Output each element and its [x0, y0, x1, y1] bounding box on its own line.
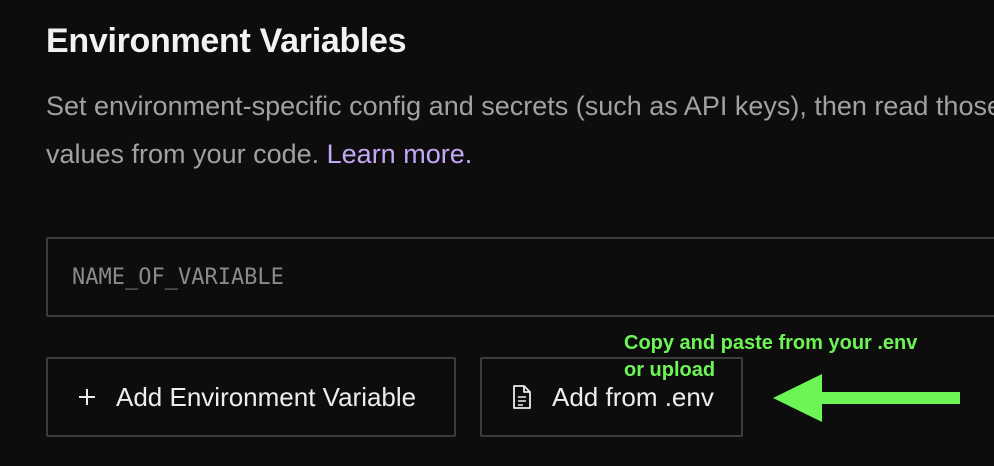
variable-name-input[interactable] [46, 237, 994, 317]
description-text: values from your code. [46, 139, 320, 169]
section-description: Set environment-specific config and secr… [46, 82, 994, 178]
plus-icon [78, 388, 96, 406]
annotation-arrow-icon [773, 374, 960, 422]
annotation-line-1: Copy and paste from your .env [624, 332, 918, 354]
add-environment-variable-button[interactable]: Add Environment Variable [46, 357, 456, 437]
learn-more-link[interactable]: Learn more. [327, 139, 473, 169]
add-environment-variable-label: Add Environment Variable [116, 381, 417, 412]
file-icon [512, 384, 532, 410]
environment-variables-panel: Environment Variables Set environment-sp… [0, 0, 994, 466]
add-from-env-label: Add from .env [552, 381, 714, 412]
description-line-1: Set environment-specific config and secr… [46, 91, 994, 121]
section-title: Environment Variables [46, 22, 407, 60]
description-line-2: values from your code. Learn more. [46, 130, 994, 178]
